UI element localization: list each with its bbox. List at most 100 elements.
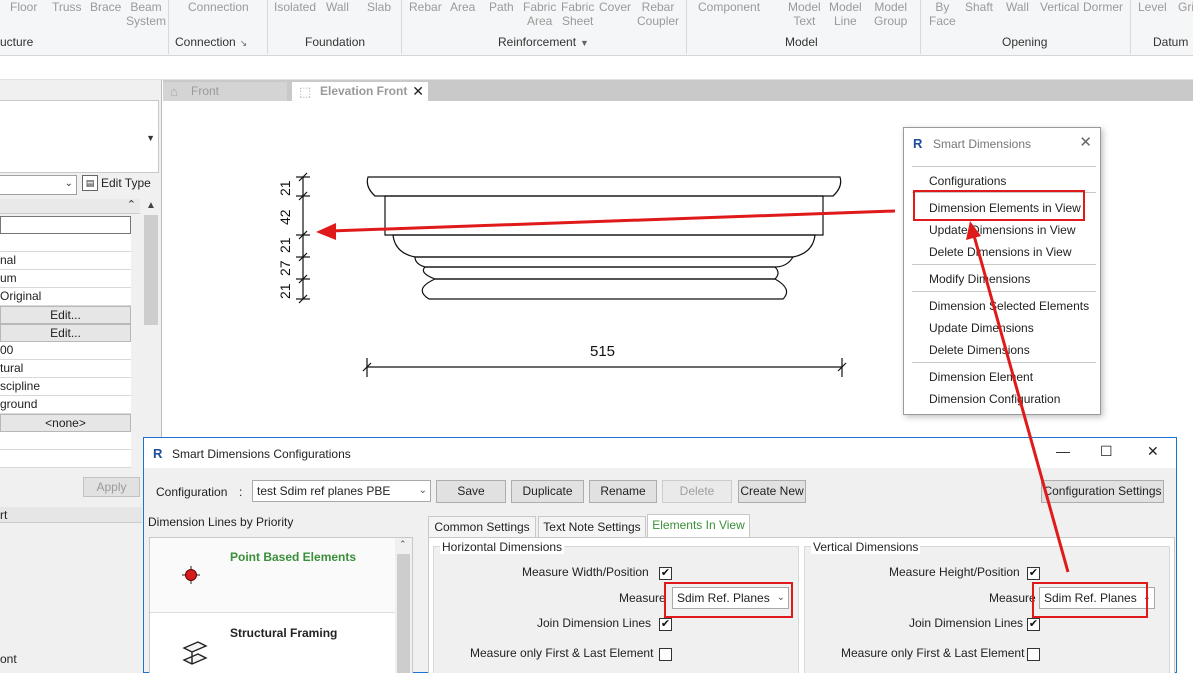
property-row[interactable]: nal	[0, 252, 131, 270]
ribbon-button[interactable]: Dormer	[1083, 0, 1123, 14]
rename-button[interactable]: Rename	[589, 480, 657, 503]
menu-item-configurations[interactable]: Configurations	[929, 174, 1006, 188]
configuration-settings-button[interactable]: Configuration Settings	[1041, 480, 1164, 503]
ribbon-group-label[interactable]: Model	[785, 35, 818, 49]
menu-item-delete-dimensions[interactable]: Delete Dimensions	[929, 343, 1030, 357]
configuration-dropdown[interactable]: test Sdim ref planes PBE ⌄	[252, 480, 431, 502]
menu-item-update-dimensions[interactable]: Update Dimensions	[929, 321, 1034, 335]
ribbon-group-label[interactable]: ucture	[0, 35, 33, 49]
tab-front[interactable]: ⌂ Front	[163, 82, 287, 101]
ribbon-button[interactable]: Beam System	[126, 0, 166, 28]
property-row[interactable]: Edit...	[0, 306, 131, 324]
ribbon-button[interactable]: Path	[489, 0, 514, 14]
highlight-box	[913, 190, 1085, 221]
ribbon-button[interactable]: Brace	[90, 0, 121, 14]
ribbon-button[interactable]: Wall	[1006, 0, 1029, 14]
property-row[interactable]: um	[0, 270, 131, 288]
scroll-thumb[interactable]	[144, 215, 158, 325]
close-icon[interactable]: ✕	[412, 82, 424, 100]
ribbon-button[interactable]: Cover	[599, 0, 631, 14]
ribbon-button[interactable]: Truss	[52, 0, 82, 14]
ribbon-button[interactable]: Model Line	[829, 0, 862, 28]
minimize-icon[interactable]: —	[1056, 443, 1070, 459]
menu-item-dimension-configuration[interactable]: Dimension Configuration	[929, 392, 1060, 406]
collapse-icon[interactable]: ⌃	[127, 198, 136, 211]
ribbon-button[interactable]: Isolated	[274, 0, 316, 14]
ribbon-button[interactable]: Fabric Sheet	[561, 0, 594, 28]
ribbon-group-label[interactable]: Reinforcement ▼	[498, 35, 589, 49]
properties-group-header[interactable]: ⌃	[0, 199, 140, 214]
chevron-down-icon[interactable]: ▼	[580, 38, 589, 48]
ribbon-button[interactable]: Rebar Coupler	[637, 0, 679, 28]
close-icon[interactable]: ✕	[1147, 443, 1159, 460]
apply-button[interactable]: Apply	[83, 477, 140, 497]
scroll-thumb[interactable]	[397, 554, 410, 673]
ribbon-button[interactable]: Slab	[367, 0, 391, 14]
menu-item-dimension-selected-elements[interactable]: Dimension Selected Elements	[929, 299, 1089, 313]
dialog-launcher-icon[interactable]: ↘	[240, 38, 248, 48]
group-label-text: Connection	[175, 35, 236, 49]
property-row[interactable]	[0, 234, 131, 252]
duplicate-button[interactable]: Duplicate	[511, 480, 584, 503]
scroll-up-icon[interactable]: ⌃	[399, 539, 407, 550]
tab-common-settings[interactable]: Common Settings	[428, 516, 536, 537]
ribbon-button[interactable]: Component	[698, 0, 760, 14]
property-row[interactable]: ground	[0, 396, 131, 414]
tab-elements-in-view[interactable]: Elements In View	[647, 514, 750, 538]
window-titlebar[interactable]: R Smart Dimensions Configurations — ☐ ✕	[144, 438, 1176, 468]
ribbon-button[interactable]: Fabric Area	[523, 0, 556, 28]
ribbon-button[interactable]: By Face	[929, 0, 956, 28]
list-scrollbar[interactable]: ⌃	[395, 538, 412, 673]
tab-elevation-front[interactable]: ⬚ Elevation Front ✕	[292, 82, 428, 101]
join-lines-label: Join Dimension Lines	[909, 616, 1024, 630]
ribbon-button[interactable]: Shaft	[965, 0, 993, 14]
measure-width-checkbox[interactable]: ✔	[659, 567, 672, 580]
menu-item-modify-dimensions[interactable]: Modify Dimensions	[929, 272, 1030, 286]
close-icon[interactable]: ✕	[1079, 133, 1092, 151]
measure-height-checkbox[interactable]: ✔	[1027, 567, 1040, 580]
property-row[interactable]: Original	[0, 288, 131, 306]
create-new-button[interactable]: Create New	[738, 480, 806, 503]
list-item[interactable]: Point Based Elements	[150, 538, 396, 613]
type-selector[interactable]: ▼	[0, 100, 159, 173]
ribbon-group-label[interactable]: Connection ↘	[175, 35, 247, 49]
property-row[interactable]: Edit...	[0, 324, 131, 342]
ribbon-button[interactable]: Rebar	[409, 0, 442, 14]
save-button[interactable]: Save	[436, 480, 506, 503]
property-row[interactable]: tural	[0, 360, 131, 378]
delete-button[interactable]: Delete	[662, 480, 732, 503]
property-row[interactable]: <none>	[0, 414, 131, 432]
ribbon-button[interactable]: Area	[450, 0, 475, 14]
ribbon-button[interactable]: Vertical	[1040, 0, 1079, 14]
menu-item-dimension-element[interactable]: Dimension Element	[929, 370, 1033, 384]
ribbon-button[interactable]: Gri	[1178, 0, 1193, 14]
join-lines-checkbox[interactable]: ✔	[1027, 618, 1040, 631]
property-row[interactable]: scipline	[0, 378, 131, 396]
property-row[interactable]: 00	[0, 342, 131, 360]
menu-item-delete-dimensions-in-view[interactable]: Delete Dimensions in View	[929, 245, 1072, 259]
ribbon-button[interactable]: Floor	[10, 0, 37, 14]
tab-text-note-settings[interactable]: Text Note Settings	[538, 516, 646, 537]
instance-filter-dropdown[interactable]: ⌄	[0, 175, 77, 195]
project-browser-item[interactable]: ont	[0, 652, 17, 666]
ribbon-group-label[interactable]: Foundation	[305, 35, 365, 49]
property-row[interactable]	[0, 216, 131, 234]
scroll-up-icon[interactable]: ▲	[146, 200, 156, 211]
ribbon-button[interactable]: Level	[1138, 0, 1167, 14]
first-last-checkbox[interactable]	[659, 648, 672, 661]
join-lines-checkbox[interactable]: ✔	[659, 618, 672, 631]
ribbon-button[interactable]: Model Group	[874, 0, 907, 28]
ribbon-button[interactable]: Connection	[188, 0, 249, 14]
ribbon-group-label[interactable]: Opening	[1002, 35, 1047, 49]
maximize-icon[interactable]: ☐	[1100, 443, 1113, 460]
edit-type-button[interactable]: ▤ Edit Type	[82, 175, 151, 191]
list-item[interactable]: Structural Framing	[150, 614, 396, 673]
menu-item-update-dimensions-in-view[interactable]: Update Dimensions in View	[929, 223, 1076, 237]
property-row[interactable]	[0, 432, 131, 450]
property-row[interactable]	[0, 450, 131, 468]
ribbon-button[interactable]: Wall	[326, 0, 349, 14]
first-last-checkbox[interactable]	[1027, 648, 1040, 661]
ribbon-button[interactable]: Model Text	[788, 0, 821, 28]
ribbon-group-label[interactable]: Datum	[1153, 35, 1188, 49]
divider	[912, 362, 1096, 363]
